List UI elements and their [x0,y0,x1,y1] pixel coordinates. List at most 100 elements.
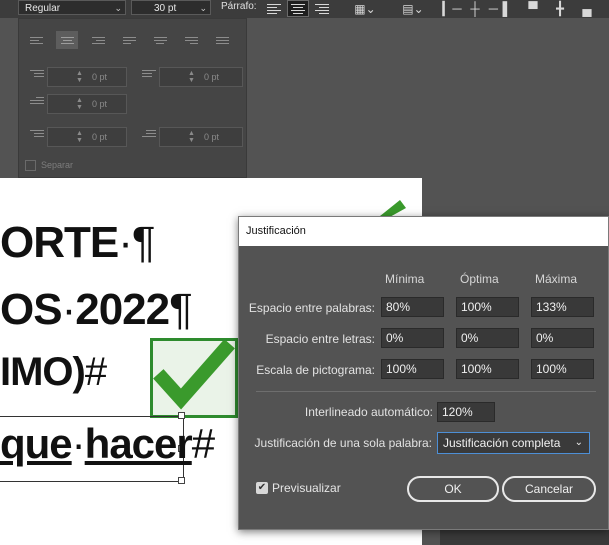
auto-leading-label: Interlineado automático: [304,405,433,419]
ok-button[interactable]: OK [407,476,499,502]
doc-line-1-text: ORTE [0,218,119,267]
doc-line-4-text2: hacer [84,420,193,467]
word-spacing-opt-field[interactable]: 100% [456,297,519,317]
align-center-icon [60,36,74,44]
align-right-edges-icon: ─▐ [488,1,508,16]
align-left-button[interactable] [263,0,285,17]
doc-line-4-mark: · [71,420,86,467]
chevron-down-icon: ⌄ [574,437,583,448]
col-header-opt: Óptima [460,272,499,286]
align-h-centers-icon: ┼ [470,1,480,16]
glyph-scaling-max-value: 100% [536,362,567,376]
align-v-centers-button[interactable]: ╋ [549,0,571,17]
para-justify-left-button[interactable] [118,31,140,49]
doc-line-2-mark2: ¶ [169,285,193,334]
space-before-field[interactable]: ▲ ▼ 0 pt [30,127,127,147]
frame-handle-top-right[interactable] [178,412,185,419]
first-line-indent-value: 0 pt [92,99,108,109]
doc-line-1-mark: ·¶ [118,218,155,267]
letter-spacing-opt-field[interactable]: 0% [456,328,519,348]
align-bottom-edges-button[interactable]: ▄ [576,0,598,17]
cancel-button[interactable]: Cancelar [502,476,596,502]
align-h-centers-button[interactable]: ┼ [464,0,486,17]
col-header-min: Mínima [385,272,425,286]
justification-dialog: Justificación Mínima Óptima Máxima Espac… [238,216,609,530]
layout-options-button[interactable]: ▦⌄ [348,0,382,17]
letter-spacing-min-field[interactable]: 0% [381,328,444,348]
align-center-icon [291,3,305,14]
word-spacing-min-value: 80% [386,300,411,314]
doc-line-4: que·hacer# [0,420,215,468]
checkmark-icon: ✔ [257,482,267,493]
glyph-scaling-min-field[interactable]: 100% [381,359,444,379]
frame-options-button[interactable]: ▤⌄ [398,0,428,17]
preview-checkbox[interactable]: ✔ [256,482,268,494]
align-left-icon [29,36,43,44]
preview-label[interactable]: Previsualizar [272,481,341,495]
spinner-icon[interactable]: ▲ ▼ [188,130,195,144]
checkmark-icon [153,339,235,410]
space-before-value: 0 pt [92,132,108,142]
font-style-value: Regular [25,3,61,14]
frame-handle-bottom-right[interactable] [178,477,185,484]
spinner-icon[interactable]: ▲ ▼ [76,130,83,144]
auto-leading-field[interactable]: 120% [437,402,495,422]
font-size-field[interactable]: 30 pt ⌄ [131,0,211,15]
glyph-scaling-opt-value: 100% [461,362,492,376]
doc-line-4-mark2: # [191,420,215,467]
doc-line-3-mark: # [84,350,107,394]
auto-leading-value: 120% [442,405,473,419]
align-top-edges-button[interactable]: ▀ [522,0,544,17]
para-align-right-button[interactable] [87,31,109,49]
checkmark-corner [378,198,408,218]
align-right-button[interactable] [311,0,333,17]
letter-spacing-opt-value: 0% [461,331,479,345]
doc-line-2: OS·2022¶ [0,285,193,335]
justify-all-icon [215,36,229,44]
align-left-edges-button[interactable]: ▎─ [441,0,463,17]
para-justify-right-button[interactable] [180,31,202,49]
spinner-icon[interactable]: ▲ ▼ [188,70,195,84]
single-word-justification-select[interactable]: Justificación completa ⌄ [437,432,590,454]
para-justify-center-button[interactable] [149,31,171,49]
space-before-icon [30,130,44,144]
letter-spacing-max-field[interactable]: 0% [531,328,594,348]
spinner-icon[interactable]: ▲ ▼ [76,70,83,84]
glyph-scaling-opt-field[interactable]: 100% [456,359,519,379]
para-justify-all-button[interactable] [211,31,233,49]
left-indent-value: 0 pt [92,72,108,82]
right-indent-field[interactable]: ▲ ▼ 0 pt [142,67,243,87]
spinner-icon[interactable]: ▲ ▼ [76,97,83,111]
first-line-indent-icon [30,97,44,111]
justify-right-icon [184,36,198,44]
align-right-icon [91,36,105,44]
align-right-edges-button[interactable]: ─▐ [487,0,509,17]
align-v-centers-icon: ╋ [556,0,564,16]
chevron-down-icon: ⌄ [199,3,207,13]
paragraph-panel: ▲ ▼ 0 pt ▲ ▼ 0 pt ▲ ▼ 0 pt ▲ ▼ 0 pt ▲ ▼ 0 pt … [18,18,247,178]
separar-checkbox[interactable] [25,160,36,171]
col-header-max: Máxima [535,272,578,286]
word-spacing-label: Espacio entre palabras: [248,301,375,315]
doc-line-2-mark: · [61,285,77,334]
para-align-center-button[interactable] [56,31,78,49]
checkmark-fragment-icon [380,200,406,218]
para-align-left-button[interactable] [25,31,47,49]
doc-line-3: IMO)# [0,350,107,395]
font-style-select[interactable]: Regular ⌄ [18,0,126,15]
panel-strip [440,530,609,545]
first-line-indent-field[interactable]: ▲ ▼ 0 pt [30,94,127,114]
glyph-scaling-max-field[interactable]: 100% [531,359,594,379]
doc-line-1: ORTE·¶ [0,218,156,268]
align-left-edges-icon: ▎─ [442,0,462,16]
chevron-down-icon: ⌄ [114,3,122,13]
dialog-title: Justificación [239,217,608,246]
word-spacing-max-value: 133% [536,300,567,314]
align-center-button[interactable] [287,0,309,17]
word-spacing-max-field[interactable]: 133% [531,297,594,317]
justify-left-icon [122,36,136,44]
single-word-value: Justificación completa [443,436,561,450]
word-spacing-min-field[interactable]: 80% [381,297,444,317]
space-after-field[interactable]: ▲ ▼ 0 pt [142,127,243,147]
left-indent-field[interactable]: ▲ ▼ 0 pt [30,67,127,87]
